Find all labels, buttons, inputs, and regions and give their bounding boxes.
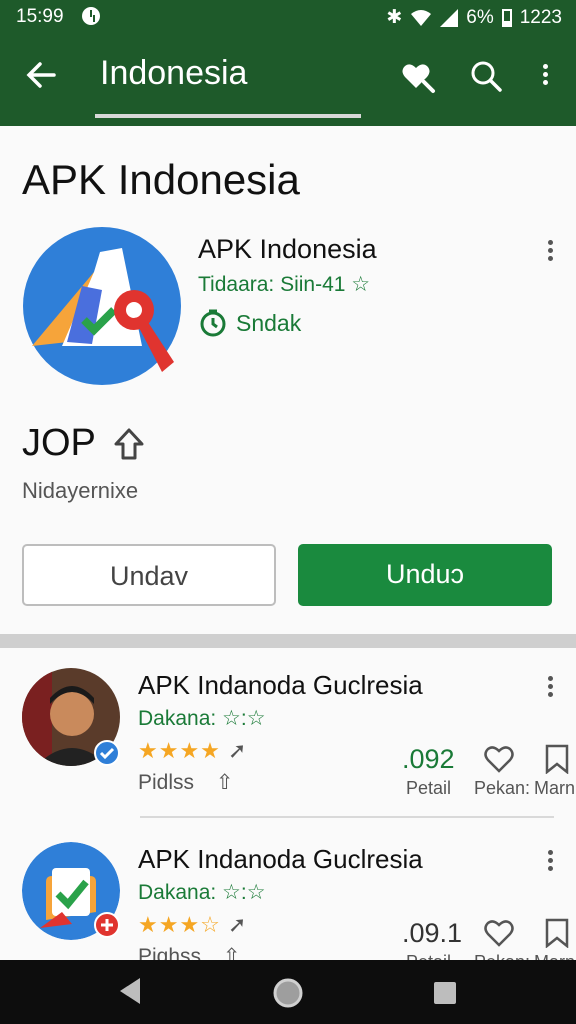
small-share-icon: ⇧ (215, 771, 234, 794)
heart-label: Pekan: (474, 778, 531, 798)
status-icons: ✱ 6% 1223 (386, 6, 562, 29)
list-divider (140, 816, 554, 818)
list-item-more-icon[interactable] (546, 850, 554, 874)
share-icon: ➚ (228, 912, 248, 937)
heart-icon[interactable] (484, 744, 514, 774)
list-item-price-label: Petail (406, 778, 452, 798)
page-title: Indonesia (100, 54, 248, 92)
list-item-developer: Dakana: ☆:☆ (138, 707, 266, 730)
status-bar: 15:99 ✱ 6% 1223 (0, 0, 576, 34)
verified-badge-icon (94, 740, 120, 766)
bookmark-icon[interactable] (544, 744, 570, 774)
nav-home-icon[interactable] (272, 977, 304, 1009)
system-nav-bar (0, 960, 576, 1024)
heart-search-icon[interactable] (400, 58, 436, 94)
wifi-icon (411, 9, 432, 26)
list-item-meta-text: Pidlss (138, 771, 195, 794)
back-arrow-icon[interactable] (22, 56, 60, 94)
app-name: APK Indonesia (198, 234, 377, 264)
list-item[interactable]: APK Indanoda Guclresia Dakana: ☆:☆ ★★★★ … (0, 648, 576, 818)
star-rating-value: ★★★☆ (138, 912, 221, 937)
app-heading: APK Indonesia (22, 156, 300, 203)
list-item-price: .09.1 (402, 918, 463, 948)
share-arrow-icon[interactable] (112, 426, 146, 462)
timer-icon (200, 309, 226, 337)
section-divider (0, 634, 576, 648)
list-item-meta: Pidlss ⇧ (138, 770, 233, 795)
app-developer[interactable]: Tidaara: Siin-41 ☆ (198, 272, 370, 297)
app-logo-icon (23, 227, 181, 385)
nav-back-icon[interactable] (116, 976, 142, 1006)
bluetooth-icon: ✱ (386, 7, 403, 28)
list-item-more-icon[interactable] (546, 676, 554, 700)
secondary-button[interactable]: Undav (22, 544, 276, 606)
star-rating-value: ★★★★ (138, 738, 221, 763)
nav-recents-icon[interactable] (432, 980, 458, 1006)
rating-sublabel: Nidayernixe (22, 478, 139, 503)
list-item-title: APK Indanoda Guclresia (138, 670, 423, 700)
alarm-clock-icon (82, 7, 100, 25)
bookmark-icon[interactable] (544, 918, 570, 948)
search-icon[interactable] (468, 58, 504, 94)
battery-icon (501, 8, 512, 27)
status-clock-right: 1223 (519, 6, 562, 28)
more-vert-icon[interactable] (541, 64, 549, 88)
share-icon: ➚ (228, 738, 248, 763)
list-item-developer: Dakana: ☆:☆ (138, 881, 266, 904)
related-apps-list: APK Indanoda Guclresia Dakana: ☆:☆ ★★★★ … (0, 648, 576, 972)
app-stat-label: Sndak (236, 309, 302, 336)
install-button[interactable]: Unduɔ (298, 544, 552, 606)
app-bar: Indonesia (0, 34, 576, 126)
status-time: 15:99 (16, 6, 64, 27)
app-more-icon[interactable] (546, 240, 554, 264)
bookmark-label: Marn (534, 778, 576, 798)
title-underline (95, 114, 361, 118)
rating-text: JOP (22, 422, 96, 464)
app-stat: Sndak (198, 308, 301, 338)
list-item-title: APK Indanoda Guclresia (138, 844, 423, 874)
app-detail-card: APK Indonesia APK Indonesia Tidaara: Sii… (0, 126, 576, 634)
rating-label: JOP (22, 422, 146, 465)
add-badge-icon (94, 912, 120, 938)
heart-icon[interactable] (484, 918, 514, 948)
star-rating: ★★★☆ ➚ (138, 912, 247, 938)
list-item-price: .092 (402, 744, 455, 774)
star-rating: ★★★★ ➚ (138, 738, 247, 764)
battery-percent: 6% (466, 6, 494, 28)
signal-icon (440, 8, 459, 27)
